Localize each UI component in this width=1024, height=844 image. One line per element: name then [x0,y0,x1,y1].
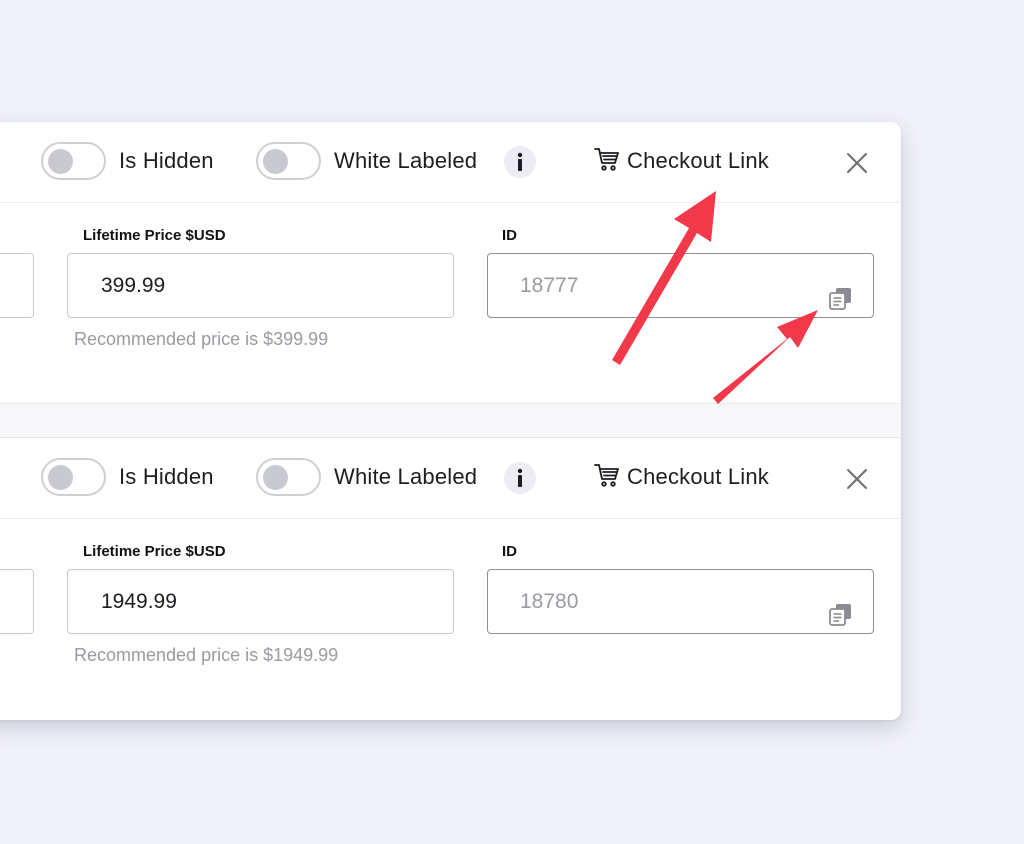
id-label: ID [502,227,517,244]
is-hidden-label: Is Hidden [119,148,214,173]
checkout-link-label: Checkout Link [627,464,770,489]
toggle-knob [263,465,288,490]
pricing-card: Is Hidden White Labeled Checkout Link Li… [0,122,901,404]
pricing-panel: Is Hidden White Labeled Checkout Link Li… [0,122,901,720]
partial-input-field[interactable] [0,569,34,634]
is-hidden-toggle[interactable] [41,142,106,180]
white-labeled-label: White Labeled [334,464,478,489]
price-label: Lifetime Price $USD [83,543,226,560]
copy-icon[interactable] [827,590,855,626]
is-hidden-toggle[interactable] [41,458,106,496]
info-icon[interactable] [504,462,536,494]
is-hidden-label: Is Hidden [119,464,214,489]
price-label: Lifetime Price $USD [83,227,226,244]
pricing-card: Is Hidden White Labeled Checkout Link Li… [0,438,901,720]
toggle-knob [48,149,73,174]
cart-icon [593,145,621,178]
card-header: Is Hidden White Labeled Checkout Link [0,438,901,519]
stage: Is Hidden White Labeled Checkout Link Li… [0,0,1024,844]
cart-icon [593,461,621,494]
white-labeled-label: White Labeled [334,148,478,173]
toggle-knob [263,149,288,174]
toggle-knob [48,465,73,490]
id-label: ID [502,543,517,560]
close-icon[interactable] [844,466,870,492]
id-field[interactable]: 18780 [487,569,874,634]
copy-icon[interactable] [827,274,855,310]
white-labeled-toggle[interactable] [256,458,321,496]
id-value: 18780 [520,590,579,613]
id-field[interactable]: 18777 [487,253,874,318]
price-input[interactable]: 399.99 [67,253,454,318]
price-hint: Recommended price is $1949.99 [74,645,339,665]
info-icon[interactable] [504,146,536,178]
partial-input-field[interactable] [0,253,34,318]
card-separator [0,404,901,438]
white-labeled-toggle[interactable] [256,142,321,180]
close-icon[interactable] [844,150,870,176]
card-header: Is Hidden White Labeled Checkout Link [0,122,901,203]
checkout-link-button[interactable]: Checkout Link [593,144,769,178]
checkout-link-label: Checkout Link [627,148,770,173]
price-input[interactable]: 1949.99 [67,569,454,634]
checkout-link-button[interactable]: Checkout Link [593,460,769,494]
id-value: 18777 [520,274,579,297]
price-hint: Recommended price is $399.99 [74,329,329,349]
